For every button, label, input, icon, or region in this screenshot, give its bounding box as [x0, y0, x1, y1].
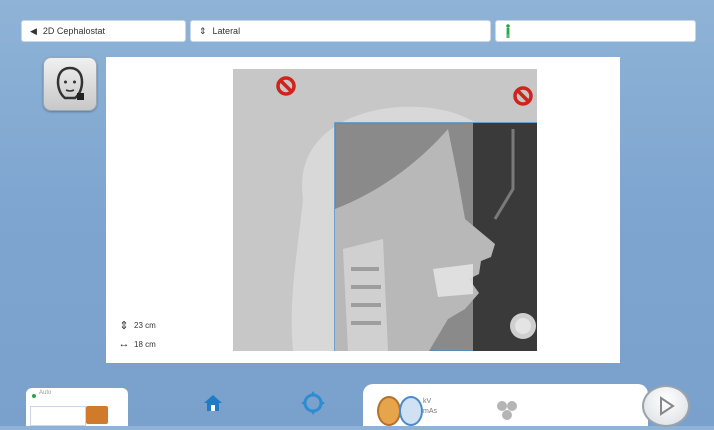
kv-label: kV: [423, 398, 432, 405]
mode-selector[interactable]: ◀ 2D Cephalostat: [21, 20, 186, 42]
mini-map: [30, 406, 86, 426]
standing-patient-icon: [504, 24, 512, 38]
top-toolbar: ◀ 2D Cephalostat ⇕ Lateral: [21, 20, 696, 44]
preview-panel: ⇕ 23 cm ↔ 18 cm: [106, 57, 620, 363]
projection-selector[interactable]: ⇕ Lateral: [190, 20, 491, 42]
mode-label: 2D Cephalostat: [42, 26, 105, 36]
next-button[interactable]: [642, 385, 690, 427]
up-down-arrows-icon: ⇕: [199, 25, 207, 36]
home-icon: [204, 395, 222, 411]
device-icon: [86, 406, 108, 424]
mas-label: mAs: [423, 408, 437, 415]
width-value: 18 cm: [134, 339, 156, 349]
chevron-left-icon: ◀: [30, 25, 37, 36]
width-measure: ↔ 18 cm: [118, 338, 156, 350]
height-value: 23 cm: [134, 321, 156, 330]
head-positioning-button[interactable]: [43, 57, 97, 111]
head-program-icon[interactable]: [399, 396, 423, 426]
play-arrow-icon: [660, 396, 675, 416]
horizontal-size-icon: ↔: [118, 338, 130, 350]
target-icon: [301, 391, 325, 415]
height-measure: ⇕ 23 cm: [118, 319, 156, 332]
bottom-toolbar: Auto kV mAs: [0, 374, 714, 426]
position-button[interactable]: [298, 388, 328, 418]
program-panel: kV mAs: [363, 384, 648, 426]
patient-selector[interactable]: [495, 20, 696, 42]
xray-preview-image: [233, 69, 537, 351]
settings-icon[interactable]: [493, 396, 521, 424]
face-program-icon[interactable]: [377, 396, 401, 426]
projection-label: Lateral: [212, 26, 241, 36]
head-profile-icon: [56, 66, 84, 100]
vertical-size-icon: ⇕: [119, 320, 129, 332]
home-button[interactable]: [198, 388, 228, 418]
status-label: Auto: [39, 390, 52, 396]
status-indicator: [32, 394, 36, 398]
status-panel: Auto: [26, 388, 128, 426]
